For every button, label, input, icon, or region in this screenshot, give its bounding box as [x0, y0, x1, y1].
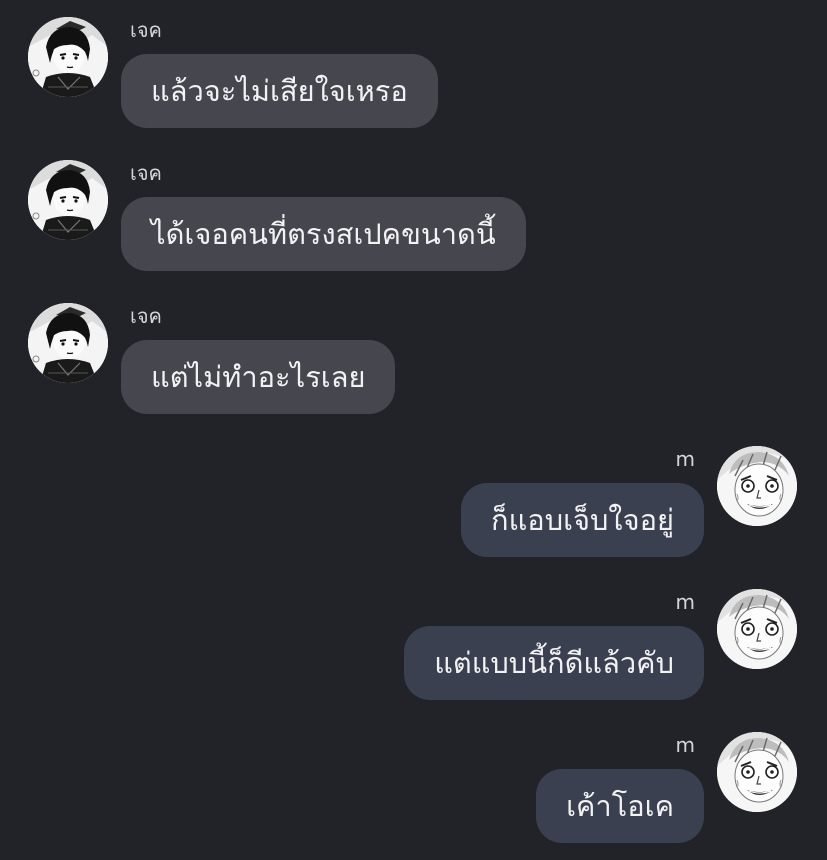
manga-portrait-icon [717, 589, 797, 669]
avatar-jake[interactable] [28, 303, 108, 383]
message-outgoing: m ก็แอบเจ็บใจอยู่ [0, 429, 827, 564]
message-bubble[interactable]: แล้วจะไม่เสียใจเหรอ [121, 54, 438, 128]
sender-name: เจค [130, 161, 162, 185]
manga-portrait-icon [28, 17, 108, 97]
manga-portrait-icon [717, 446, 797, 526]
message-text: แล้วจะไม่เสียใจเหรอ [151, 74, 408, 108]
message-bubble[interactable]: ก็แอบเจ็บใจอยู่ [461, 483, 704, 557]
sender-name: m [675, 447, 695, 471]
avatar-jake[interactable] [28, 17, 108, 97]
message-outgoing: m เค้าโอเค [0, 715, 827, 850]
sender-name: m [675, 590, 695, 614]
message-incoming: เจค ได้เจอคนที่ตรงสเปคขนาดนี้ [0, 143, 827, 278]
manga-portrait-icon [28, 303, 108, 383]
message-incoming: เจค แต่ไม่ทำอะไรเลย [0, 286, 827, 421]
message-bubble[interactable]: ได้เจอคนที่ตรงสเปคขนาดนี้ [121, 197, 526, 271]
sender-name: เจค [130, 18, 162, 42]
message-text: แต่ไม่ทำอะไรเลย [151, 360, 366, 394]
message-text: แต่แบบนี้ก็ดีแล้วคับ [434, 646, 674, 680]
avatar-m[interactable] [717, 446, 797, 526]
sender-name: m [675, 733, 695, 757]
avatar-m[interactable] [717, 589, 797, 669]
message-bubble[interactable]: แต่ไม่ทำอะไรเลย [121, 340, 396, 414]
avatar-m[interactable] [717, 732, 797, 812]
message-incoming: เจค แล้วจะไม่เสียใจเหรอ [0, 0, 827, 135]
message-bubble[interactable]: เค้าโอเค [536, 769, 704, 843]
message-text: เค้าโอเค [566, 789, 674, 823]
message-bubble[interactable]: แต่แบบนี้ก็ดีแล้วคับ [404, 626, 704, 700]
message-text: ก็แอบเจ็บใจอยู่ [491, 503, 674, 537]
sender-name: เจค [130, 304, 162, 328]
message-outgoing: m แต่แบบนี้ก็ดีแล้วคับ [0, 572, 827, 707]
avatar-jake[interactable] [28, 160, 108, 240]
manga-portrait-icon [717, 732, 797, 812]
manga-portrait-icon [28, 160, 108, 240]
message-text: ได้เจอคนที่ตรงสเปคขนาดนี้ [151, 217, 496, 251]
